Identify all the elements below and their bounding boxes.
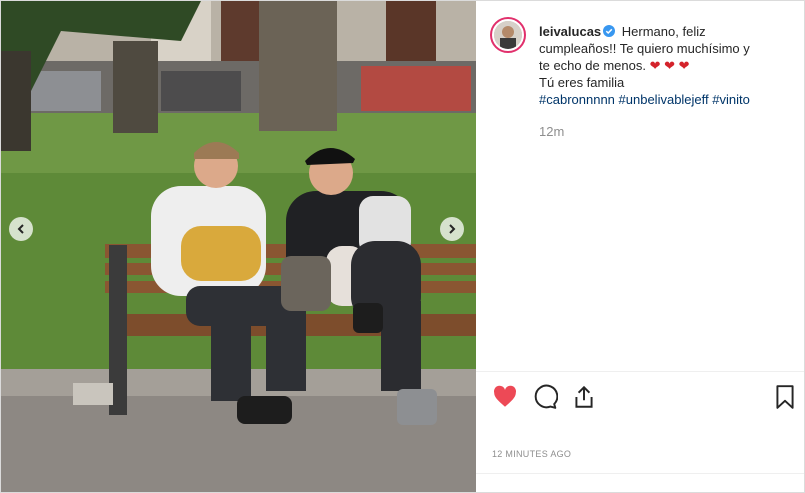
avatar[interactable] — [490, 17, 526, 53]
bookmark-icon[interactable] — [772, 384, 798, 410]
caption-text-1: Hermano, feliz — [621, 24, 706, 39]
divider — [476, 473, 804, 474]
username-link[interactable]: leivalucas — [539, 24, 601, 39]
heart-icon[interactable] — [492, 384, 518, 410]
chevron-left-icon — [17, 224, 24, 234]
heart-emojis: ❤ ❤ ❤ — [649, 58, 690, 73]
post-sidebar: leivalucas Hermano, feliz cumpleaños!! T… — [476, 1, 804, 492]
hashtag-link[interactable]: #unbelivablejeff — [619, 92, 709, 107]
post-date: 12 MINUTES AGO — [492, 449, 572, 459]
share-icon[interactable] — [571, 384, 597, 410]
action-bar — [476, 371, 804, 422]
post-photo[interactable] — [1, 1, 476, 492]
instagram-post: leivalucas Hermano, feliz cumpleaños!! T… — [0, 0, 805, 493]
caption-text-2: cumpleaños!! Te quiero muchísimo y — [539, 41, 750, 56]
hashtags: #cabronnnnn #unbelivablejeff #vinito — [539, 92, 750, 107]
avatar-image — [494, 21, 522, 49]
next-photo-button[interactable] — [440, 217, 464, 241]
previous-photo-button[interactable] — [9, 217, 33, 241]
photo-two-men-on-bench — [1, 1, 476, 492]
caption-text-3: te echo de menos. — [539, 58, 646, 73]
comment-icon[interactable] — [532, 384, 558, 410]
caption: leivalucas Hermano, feliz cumpleaños!! T… — [490, 17, 792, 140]
hashtag-link[interactable]: #vinito — [712, 92, 750, 107]
chevron-right-icon — [449, 224, 456, 234]
caption-timestamp: 12m — [539, 124, 565, 139]
hashtag-link[interactable]: #cabronnnnn — [539, 92, 615, 107]
caption-text-4: Tú eres familia — [539, 75, 625, 90]
verified-badge-icon — [603, 25, 616, 37]
caption-body: leivalucas Hermano, feliz cumpleaños!! T… — [539, 23, 789, 140]
